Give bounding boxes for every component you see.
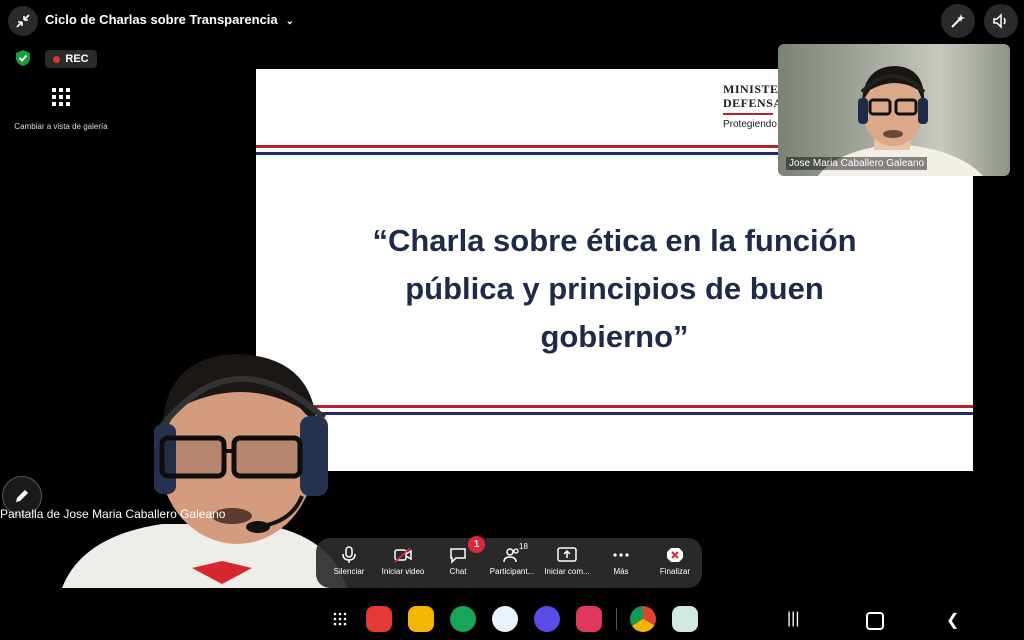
- logo-divider: [723, 113, 773, 115]
- bottom-stripe-white: [256, 409, 973, 411]
- switch-camera-button[interactable]: [941, 4, 975, 38]
- mute-button[interactable]: Silenciar: [318, 542, 380, 576]
- end-call-icon: [667, 548, 683, 562]
- magic-wand-icon: [951, 14, 965, 28]
- participant-name-label: Jose Maria Caballero Galeano: [786, 157, 928, 170]
- chat-bubble-icon: [450, 548, 466, 564]
- participants-count: 18: [519, 542, 528, 551]
- camera-icon[interactable]: [576, 606, 602, 632]
- back-icon[interactable]: ❮: [946, 610, 959, 630]
- chrome-icon[interactable]: [630, 606, 656, 632]
- slide-title-line: pública y principios de buen: [405, 271, 824, 306]
- speaker-video: [62, 346, 347, 588]
- minimize-meeting-button[interactable]: [8, 6, 38, 36]
- notes-icon[interactable]: [408, 606, 434, 632]
- recent-apps-icon[interactable]: |||: [787, 610, 799, 628]
- bottom-stripe-red: [256, 405, 973, 408]
- phone-icon[interactable]: [450, 606, 476, 632]
- ministry-logo-line3: Protegiendo: [723, 119, 777, 130]
- home-icon[interactable]: [866, 612, 884, 630]
- apps-grid-icon[interactable]: [333, 612, 347, 626]
- end-meeting-button[interactable]: Finalizar: [644, 542, 706, 576]
- shield-check-icon[interactable]: [14, 49, 32, 67]
- dock-divider: [616, 608, 617, 630]
- speaker-button[interactable]: [984, 4, 1018, 38]
- share-screen-button[interactable]: Iniciar com...: [536, 542, 598, 576]
- gallery-icon[interactable]: [672, 606, 698, 632]
- ministry-logo-line2: DEFENSA: [723, 96, 783, 110]
- speaker-icon: [993, 13, 1006, 29]
- microphone-icon: [342, 546, 356, 563]
- video-off-icon: [394, 547, 412, 563]
- recording-badge[interactable]: REC: [45, 50, 97, 68]
- start-video-button[interactable]: Iniciar video: [372, 542, 434, 576]
- meeting-title[interactable]: Ciclo de Charlas sobre Transparencia ⌄: [45, 12, 294, 27]
- share-screen-icon: [557, 547, 577, 562]
- internet-icon[interactable]: [534, 606, 560, 632]
- gallery-view-label[interactable]: Cambiar a vista de galería: [10, 122, 112, 131]
- slide-title-line: “Charla sobre ética en la función: [372, 223, 857, 258]
- minimize-icon: [16, 14, 30, 28]
- messages-icon[interactable]: [492, 606, 518, 632]
- chat-unread-badge: 1: [468, 536, 485, 553]
- grid-icon[interactable]: [52, 88, 70, 106]
- slide-title-line: gobierno”: [540, 319, 689, 354]
- pencil-icon: [16, 490, 28, 502]
- meeting-toolbar: Silenciar Iniciar video Chat Participant…: [316, 538, 702, 588]
- flipboard-icon[interactable]: [366, 606, 392, 632]
- screen-share-label: Pantalla de Jose Maria Caballero Galeano: [0, 507, 226, 521]
- slide-title: “Charla sobre ética en la función públic…: [296, 217, 933, 361]
- speaker-illustration: [62, 354, 347, 588]
- chevron-down-icon: ⌄: [285, 16, 295, 27]
- participants-button[interactable]: Participant...: [481, 542, 543, 576]
- record-dot-icon: [53, 55, 61, 63]
- more-dots-icon: [613, 553, 629, 557]
- more-button[interactable]: Más: [590, 542, 652, 576]
- bottom-stripe-blue: [256, 412, 973, 415]
- ministry-logo-line1: MINISTE: [723, 82, 779, 96]
